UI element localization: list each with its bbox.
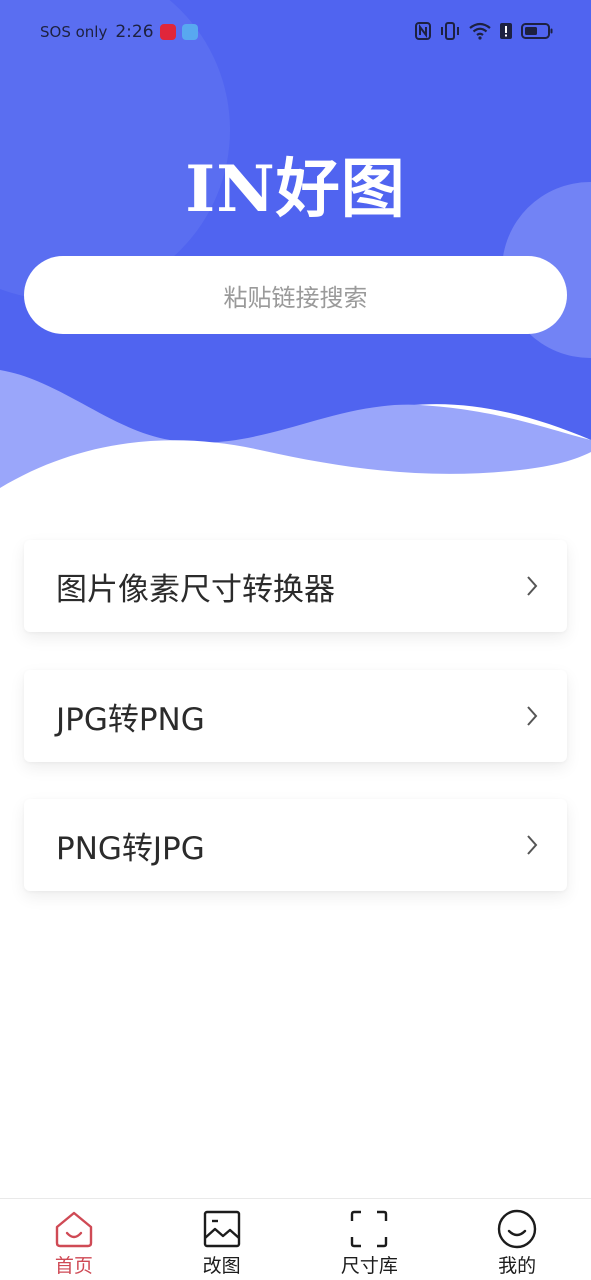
chevron-right-icon — [525, 574, 539, 598]
wifi-icon — [469, 22, 491, 40]
tab-profile[interactable]: 我的 — [443, 1199, 591, 1280]
alert-icon — [500, 22, 512, 40]
battery-icon — [521, 22, 553, 40]
menu-item-pixel-converter[interactable]: 图片像素尺寸转换器 — [24, 540, 567, 632]
menu-item-label: JPG转PNG — [56, 701, 205, 738]
menu-item-label: PNG转JPG — [56, 830, 205, 867]
tab-label: 尺寸库 — [340, 1255, 398, 1277]
search-placeholder: 粘贴链接搜索 — [223, 283, 368, 312]
chevron-right-icon — [525, 704, 539, 728]
smiley-icon — [497, 1208, 537, 1250]
clock: 2:26 — [115, 22, 154, 42]
tab-label: 首页 — [54, 1255, 93, 1277]
brand-logo: IN好图 — [185, 152, 406, 227]
search-input[interactable]: 粘贴链接搜索 — [24, 256, 567, 334]
vibrate-icon — [440, 22, 460, 40]
menu-item-label: 图片像素尺寸转换器 — [56, 571, 335, 608]
bottom-tab-bar: 首页 改图 尺寸库 我的 — [0, 1198, 591, 1280]
tab-label: 改图 — [202, 1255, 241, 1277]
carrier-text: SOS only — [40, 23, 108, 41]
tab-size-library[interactable]: 尺寸库 — [296, 1199, 444, 1280]
hero-banner — [0, 0, 591, 500]
menu-item-jpg-to-png[interactable]: JPG转PNG — [24, 670, 567, 762]
chevron-right-icon — [525, 833, 539, 857]
tab-label: 我的 — [498, 1255, 537, 1277]
status-bar: SOS only 2:26 — [0, 0, 591, 66]
menu-item-png-to-jpg[interactable]: PNG转JPG — [24, 799, 567, 891]
tab-home[interactable]: 首页 — [0, 1199, 148, 1280]
home-icon — [54, 1208, 94, 1250]
image-icon — [203, 1208, 241, 1250]
nfc-icon — [415, 22, 431, 40]
tab-edit-image[interactable]: 改图 — [148, 1199, 296, 1280]
notification-app-icon — [181, 24, 198, 40]
scan-frame-icon — [350, 1208, 388, 1250]
notification-app-icon — [159, 24, 176, 40]
hero-background — [0, 0, 591, 500]
